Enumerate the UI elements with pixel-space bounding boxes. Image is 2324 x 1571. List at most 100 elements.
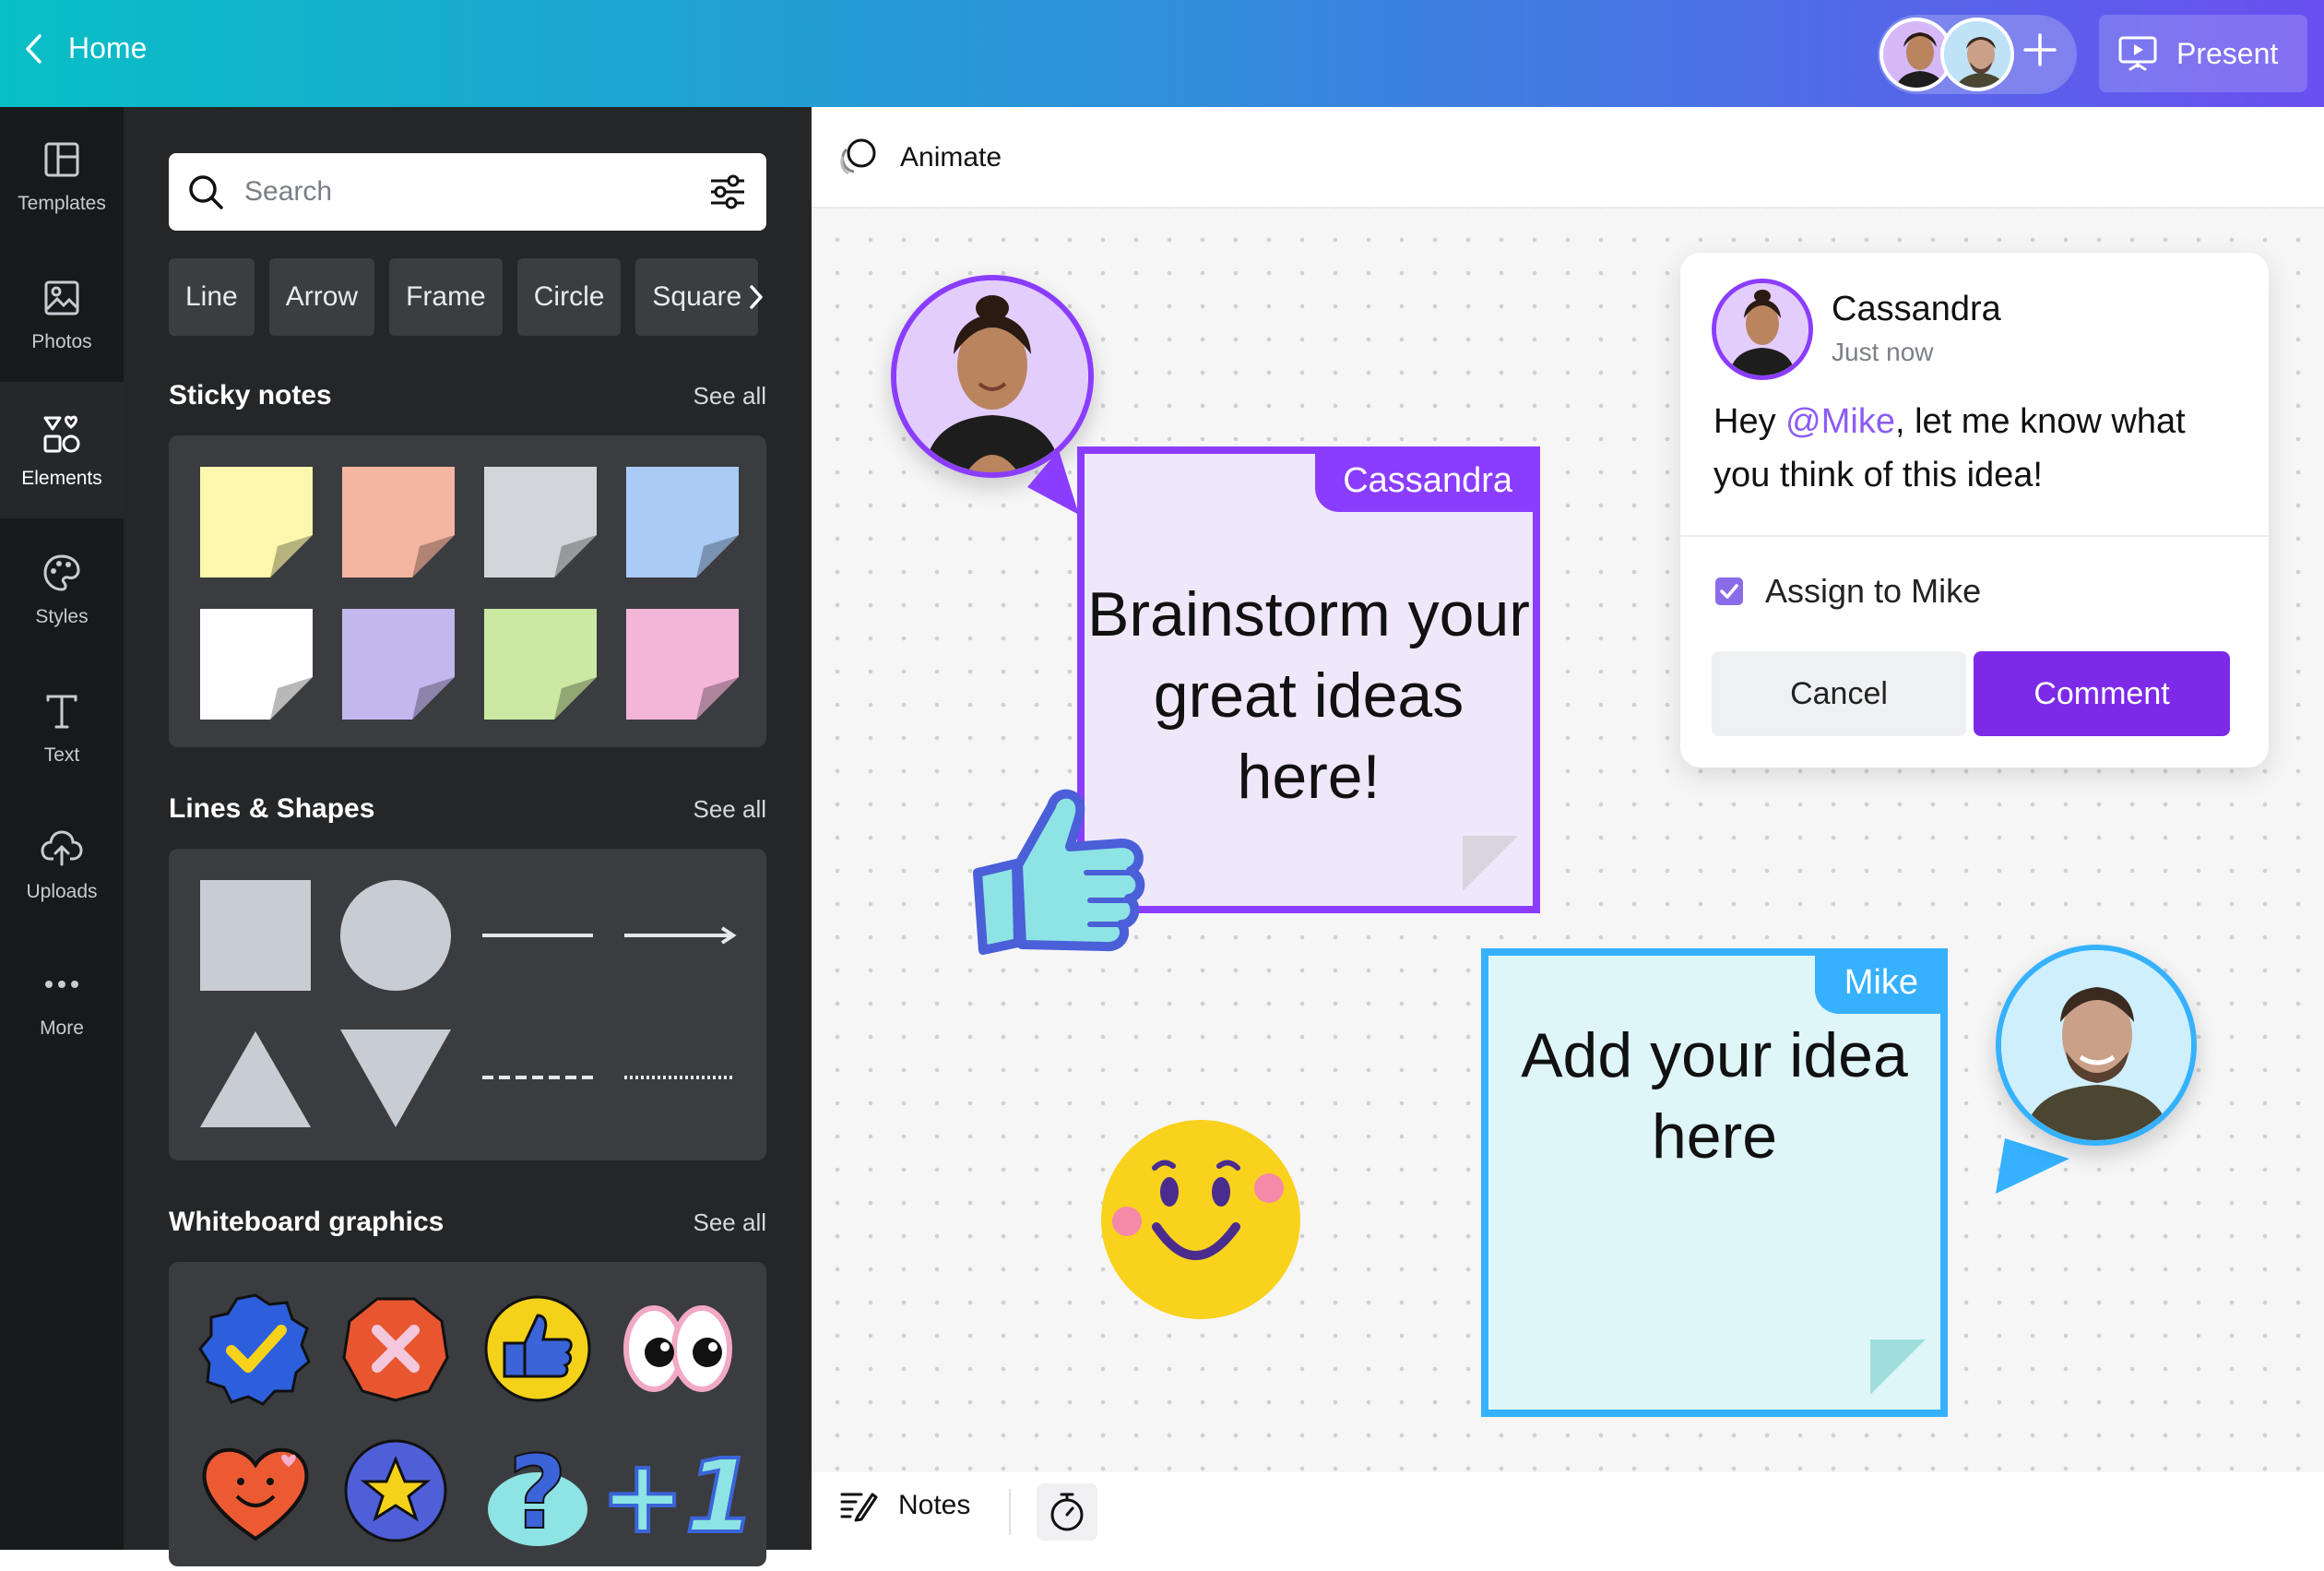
nav-photos-label: Photos (31, 331, 92, 352)
left-nav: Templates Photos Elements Styles Text Up… (0, 107, 124, 1550)
nav-styles-label: Styles (35, 606, 89, 627)
collaborators (1878, 15, 2077, 94)
present-label: Present (2176, 36, 2279, 70)
heart-face-graphic[interactable] (202, 1447, 309, 1541)
plus-one-graphic[interactable]: +1 (599, 1435, 758, 1557)
cassandra-pointer (1027, 450, 1079, 515)
comment-mention[interactable]: @Mike (1785, 402, 1895, 441)
sticky-note-swatch[interactable] (342, 609, 455, 720)
search-icon (189, 175, 223, 209)
templates-icon (44, 142, 79, 177)
circle-shape[interactable] (340, 880, 451, 991)
cancel-button[interactable]: Cancel (1712, 651, 1966, 736)
sticky-notes-see-all[interactable]: See all (694, 382, 767, 411)
nav-elements-label: Elements (21, 468, 102, 489)
nav-text-label: Text (43, 744, 80, 766)
checkbox-checked-icon (1715, 577, 1743, 605)
mike-note-text[interactable]: Add your idea here (1488, 1015, 1940, 1177)
sticky-notes-card (169, 435, 766, 747)
nav-styles[interactable]: Styles (0, 520, 124, 657)
chip-arrow[interactable]: Arrow (268, 258, 375, 336)
note-fold-corner (1463, 836, 1518, 891)
nav-templates-label: Templates (18, 193, 106, 214)
nav-photos[interactable]: Photos (0, 245, 124, 382)
svg-text:?: ? (508, 1434, 567, 1552)
nav-elements[interactable]: Elements (0, 382, 124, 518)
bottom-bar: Notes (812, 1472, 2324, 1550)
nav-text[interactable]: Text (0, 659, 124, 795)
chip-line[interactable]: Line (169, 258, 255, 336)
chevron-left-icon (26, 33, 42, 64)
comment-msg-start: Hey (1713, 402, 1786, 441)
eyes-graphic[interactable] (623, 1305, 732, 1392)
question-mark-graphic[interactable]: ? (488, 1433, 587, 1553)
cassandra-avatar-bubble[interactable] (891, 275, 1094, 478)
timer-button[interactable] (1037, 1483, 1097, 1541)
arrow-line-shape[interactable] (624, 926, 737, 945)
bottom-divider (1009, 1489, 1011, 1535)
whiteboard-graphics-see-all[interactable]: See all (694, 1208, 767, 1237)
triangle-shape[interactable] (200, 1031, 311, 1127)
notes-label: Notes (898, 1490, 971, 1520)
more-icon (45, 981, 78, 988)
nav-more-label: More (40, 1018, 84, 1039)
whiteboard-graphics-header: Whiteboard graphics See all (169, 1207, 766, 1238)
animate-button[interactable]: Animate (837, 137, 1002, 179)
nav-templates[interactable]: Templates (0, 107, 124, 244)
nav-uploads-label: Uploads (26, 881, 98, 902)
plus-icon (2023, 33, 2057, 66)
assign-label: Assign to Mike (1765, 572, 1982, 610)
sticky-note-swatch[interactable] (626, 609, 739, 720)
chevron-right-icon (750, 285, 763, 309)
sticky-note-swatch[interactable] (200, 609, 313, 720)
nav-more[interactable]: More (0, 932, 124, 1068)
elements-icon (43, 415, 80, 453)
thumbs-up-sticker[interactable] (966, 769, 1156, 959)
chips-next-button[interactable] (741, 271, 771, 323)
nav-uploads[interactable]: Uploads (0, 795, 124, 932)
filter-chips: Line Arrow Frame Circle Square (169, 258, 766, 336)
home-button[interactable]: Home (24, 31, 147, 65)
mike-sticky-note[interactable]: Mike Add your idea here (1481, 948, 1948, 1417)
comment-divider (1680, 535, 2269, 537)
search-input[interactable]: Search (169, 153, 766, 231)
filter-icon[interactable] (707, 172, 748, 212)
sticky-note-swatch[interactable] (626, 467, 739, 577)
top-bar: Home Present (0, 0, 2324, 107)
animate-toolbar: Animate (812, 107, 2324, 208)
star-badge-graphic[interactable] (344, 1439, 447, 1542)
sticky-note-swatch[interactable] (484, 609, 597, 720)
chip-circle[interactable]: Circle (516, 258, 622, 336)
inverted-triangle-shape[interactable] (340, 1029, 451, 1127)
smiley-sticker[interactable] (1099, 1118, 1302, 1321)
comment-button[interactable]: Comment (1974, 651, 2230, 736)
x-badge-graphic[interactable] (342, 1297, 449, 1402)
lines-shapes-see-all[interactable]: See all (694, 795, 767, 824)
thumbs-up-badge-graphic[interactable] (484, 1295, 591, 1402)
mike-pointer (1996, 1138, 2069, 1194)
present-button[interactable]: Present (2099, 15, 2307, 92)
sticky-notes-header: Sticky notes See all (169, 380, 766, 411)
cassandra-note-tag: Cassandra (1315, 454, 1533, 512)
square-shape[interactable] (200, 880, 311, 991)
elements-panel: Search Line Arrow Frame Circle Square St… (124, 107, 812, 1566)
avatar-mike[interactable] (1940, 18, 2014, 91)
timer-icon (1050, 1493, 1084, 1531)
sticky-note-swatch[interactable] (200, 467, 313, 577)
comment-time: Just now (1832, 338, 1934, 366)
check-badge-graphic[interactable] (198, 1293, 311, 1406)
chip-frame[interactable]: Frame (389, 258, 503, 336)
sticky-note-swatch[interactable] (484, 467, 597, 577)
chip-square[interactable]: Square (635, 258, 759, 336)
add-collaborator-button[interactable] (2022, 31, 2058, 77)
text-icon (46, 695, 77, 729)
lines-shapes-title: Lines & Shapes (169, 793, 375, 824)
mike-avatar-bubble[interactable] (1996, 945, 2197, 1146)
assign-checkbox[interactable]: Assign to Mike (1715, 572, 1981, 611)
search-placeholder: Search (244, 176, 333, 207)
comment-card: Cassandra Just now Hey @Mike, let me kno… (1680, 253, 2269, 768)
sticky-note-swatch[interactable] (342, 467, 455, 577)
animate-label: Animate (900, 142, 1002, 173)
lines-shapes-header: Lines & Shapes See all (169, 793, 766, 825)
notes-button[interactable]: Notes (839, 1489, 970, 1522)
